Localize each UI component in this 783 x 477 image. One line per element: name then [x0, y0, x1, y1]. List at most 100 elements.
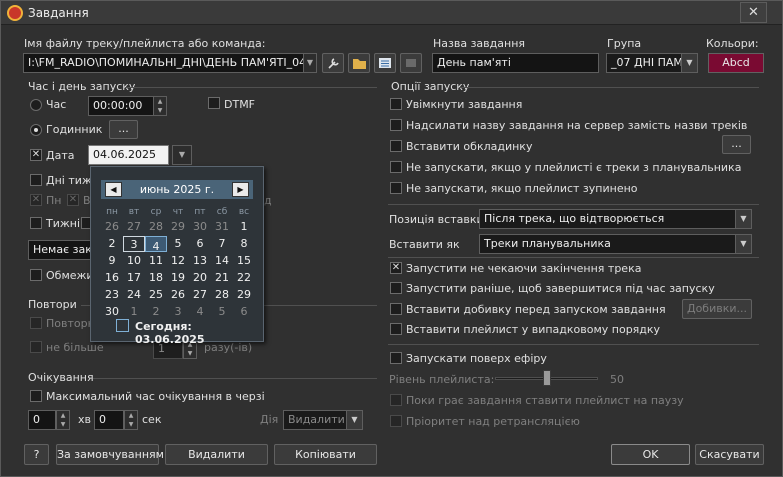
- skip-stopped-checkbox[interactable]: [390, 182, 402, 194]
- date-dropdown-button[interactable]: ▼: [172, 145, 192, 165]
- wait-seconds-stepper[interactable]: ▲ ▼: [124, 410, 138, 430]
- calendar-day[interactable]: 10: [123, 253, 145, 269]
- no-date-select[interactable]: Немає закі: [28, 240, 98, 260]
- time-radio[interactable]: [30, 99, 42, 111]
- calendar-day[interactable]: 20: [189, 270, 211, 286]
- wait-minutes-stepper[interactable]: ▲ ▼: [56, 410, 70, 430]
- no-wait-checkbox[interactable]: ✕: [390, 262, 402, 274]
- wait-seconds-input[interactable]: 0: [94, 410, 124, 430]
- copy-button[interactable]: Копіювати: [274, 444, 377, 465]
- max-wait-checkbox[interactable]: [30, 390, 42, 402]
- file-dropdown-arrow[interactable]: ▼: [303, 53, 317, 73]
- position-select[interactable]: Після трека, що відтворюється ▼: [479, 209, 752, 229]
- run-earlier-checkbox[interactable]: [390, 282, 402, 294]
- file-input[interactable]: I:\FM_RADIO\ПОМИНАЛЬНІ_ДНІ\ДЕНЬ ПАМ'ЯТІ_…: [23, 53, 305, 73]
- calendar-day[interactable]: 4: [145, 236, 167, 252]
- on-air-checkbox[interactable]: [390, 352, 402, 364]
- level-slider-handle[interactable]: [542, 370, 551, 386]
- wait-minutes-input[interactable]: 0: [28, 410, 56, 430]
- delete-button[interactable]: Видалити: [165, 444, 268, 465]
- close-button[interactable]: ✕: [740, 2, 767, 23]
- calendar-day[interactable]: 29: [167, 219, 189, 235]
- clock-button[interactable]: ...: [109, 120, 138, 139]
- calendar-day[interactable]: 30: [101, 304, 123, 320]
- folder-icon[interactable]: [348, 53, 370, 73]
- calendar-day[interactable]: 1: [123, 304, 145, 320]
- monday-checkbox[interactable]: ✕: [30, 194, 42, 206]
- calendar-day[interactable]: 11: [145, 253, 167, 269]
- prev-month-button[interactable]: ◀: [105, 182, 122, 197]
- time-stepper[interactable]: ▲ ▼: [153, 96, 167, 116]
- repeat-checkbox[interactable]: [30, 317, 42, 329]
- insert-as-select[interactable]: Треки планувальника ▼: [479, 234, 752, 254]
- today-link[interactable]: Сегодня: 03.06.2025: [135, 320, 263, 346]
- time-input[interactable]: 00:00:00: [88, 96, 154, 116]
- calendar-day[interactable]: 26: [101, 219, 123, 235]
- calendar-day[interactable]: 2: [145, 304, 167, 320]
- calendar-day[interactable]: 19: [167, 270, 189, 286]
- insert-cover-checkbox[interactable]: [390, 140, 402, 152]
- insert-filler-checkbox[interactable]: [390, 303, 402, 315]
- calendar-day[interactable]: 28: [145, 219, 167, 235]
- fillers-button[interactable]: Добивки...: [682, 299, 752, 319]
- date-input[interactable]: 04.06.2025: [88, 145, 169, 165]
- calendar-day[interactable]: 6: [189, 236, 211, 252]
- priority-checkbox[interactable]: [390, 415, 402, 427]
- no-more-checkbox[interactable]: [30, 341, 42, 353]
- calendar-day[interactable]: 23: [101, 287, 123, 303]
- calendar-day[interactable]: 14: [211, 253, 233, 269]
- limit-checkbox[interactable]: [30, 269, 42, 281]
- calendar-day[interactable]: 2: [101, 236, 123, 252]
- calendar-day[interactable]: 9: [101, 253, 123, 269]
- enable-task-checkbox[interactable]: [390, 98, 402, 110]
- next-month-button[interactable]: ▶: [232, 182, 249, 197]
- calendar-day[interactable]: 13: [189, 253, 211, 269]
- calendar-day[interactable]: 28: [211, 287, 233, 303]
- calendar-day[interactable]: 8: [233, 236, 255, 252]
- action-select[interactable]: Видалити ▼: [283, 410, 363, 430]
- clock-radio[interactable]: [30, 124, 42, 136]
- calendar-day[interactable]: 4: [189, 304, 211, 320]
- calendar-day[interactable]: 16: [101, 270, 123, 286]
- calendar-day[interactable]: 3: [123, 236, 145, 252]
- calendar-day[interactable]: 6: [233, 304, 255, 320]
- calendar-day[interactable]: 5: [211, 304, 233, 320]
- preview-icon[interactable]: [400, 53, 422, 73]
- calendar-day[interactable]: 27: [123, 219, 145, 235]
- date-checkbox[interactable]: ✕: [30, 149, 42, 161]
- calendar-day[interactable]: 5: [167, 236, 189, 252]
- calendar-day[interactable]: 15: [233, 253, 255, 269]
- calendar-day[interactable]: 17: [123, 270, 145, 286]
- calendar-day[interactable]: 7: [211, 236, 233, 252]
- calendar-day[interactable]: 24: [123, 287, 145, 303]
- calendar-day[interactable]: 12: [167, 253, 189, 269]
- weeks-checkbox[interactable]: [30, 217, 42, 229]
- calendar-day[interactable]: 31: [211, 219, 233, 235]
- playlist-icon[interactable]: [374, 53, 396, 73]
- shuffle-checkbox[interactable]: [390, 323, 402, 335]
- tuesday-checkbox[interactable]: ✕: [67, 194, 79, 206]
- dtmf-checkbox[interactable]: [208, 97, 220, 109]
- pause-checkbox[interactable]: [390, 394, 402, 406]
- default-button[interactable]: За замовчуванням: [56, 444, 164, 465]
- calendar-day[interactable]: 25: [145, 287, 167, 303]
- weekdays-checkbox[interactable]: [30, 174, 42, 186]
- cancel-button[interactable]: Скасувати: [695, 444, 764, 465]
- calendar-day[interactable]: 26: [167, 287, 189, 303]
- cover-button[interactable]: ...: [722, 135, 751, 154]
- calendar-day[interactable]: 1: [233, 219, 255, 235]
- calendar-day[interactable]: 29: [233, 287, 255, 303]
- skip-scheduler-checkbox[interactable]: [390, 161, 402, 173]
- help-button[interactable]: ?: [24, 444, 49, 465]
- group-select[interactable]: _07 ДНІ ПАМ'Я ▼: [606, 53, 698, 73]
- calendar-day[interactable]: 3: [167, 304, 189, 320]
- send-name-checkbox[interactable]: [390, 119, 402, 131]
- ok-button[interactable]: OK: [611, 444, 690, 465]
- task-name-input[interactable]: День пам'яті: [432, 53, 599, 73]
- calendar-day[interactable]: 27: [189, 287, 211, 303]
- calendar-day[interactable]: 21: [211, 270, 233, 286]
- calendar-day[interactable]: 30: [189, 219, 211, 235]
- calendar-day[interactable]: 18: [145, 270, 167, 286]
- tools-icon[interactable]: [322, 53, 344, 73]
- colors-button[interactable]: Abcd: [708, 53, 764, 73]
